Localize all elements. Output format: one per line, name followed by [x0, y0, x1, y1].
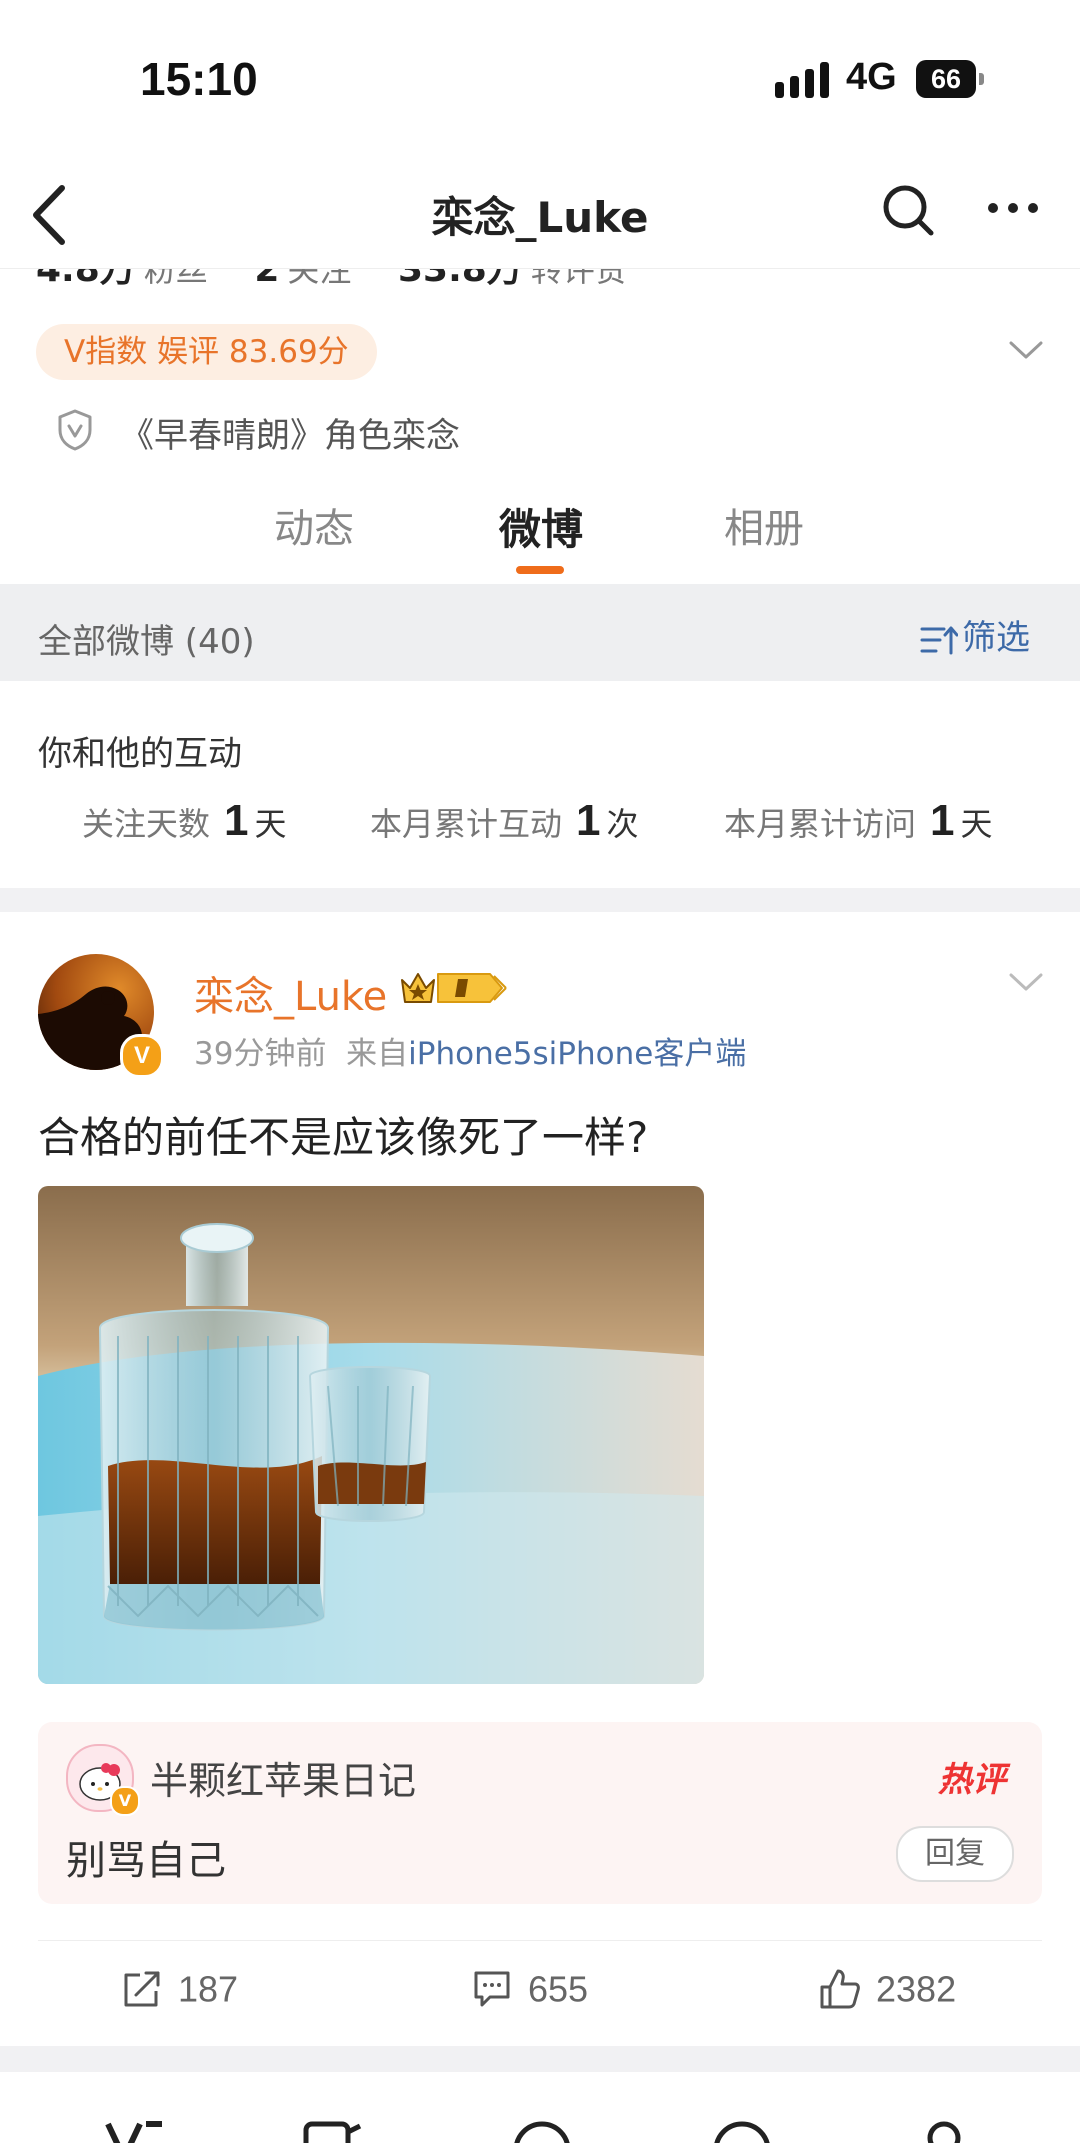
role-description: 《早春晴朗》角色栾念 — [120, 416, 460, 456]
hot-comment-tag: 热评 — [938, 1760, 1006, 1800]
profile-icon[interactable] — [912, 2118, 976, 2143]
post-time: 39分钟前 — [194, 1036, 327, 1072]
reply-button[interactable]: 回复 — [896, 1826, 1014, 1882]
comment-icon — [474, 1971, 510, 2007]
like-count: 2382 — [876, 1968, 957, 2010]
repost-icon — [124, 1971, 160, 2007]
metric-follow-days: 关注天数 1 天 — [82, 796, 287, 845]
battery-icon: 66 — [916, 60, 986, 100]
message-icon[interactable] — [300, 2118, 364, 2143]
all-posts-count[interactable]: 全部微博 (40) — [38, 614, 255, 663]
post-meta: 39分钟前 来自iPhone5siPhone客户端 — [194, 1028, 746, 1073]
network-type: 4G — [846, 56, 897, 98]
like-button[interactable]: 2382 — [818, 1966, 956, 2022]
follow-icon[interactable] — [102, 2118, 166, 2143]
filter-button[interactable]: 筛选 — [920, 610, 1030, 658]
post-source[interactable]: iPhone5siPhone客户端 — [408, 1036, 746, 1072]
post-text: 合格的前任不是应该像死了一样? — [38, 1113, 649, 1162]
repost-count: 187 — [178, 1968, 239, 2010]
member-crown-icon[interactable] — [398, 966, 508, 1010]
active-tab-indicator — [516, 566, 564, 574]
section-divider — [0, 888, 1080, 912]
comment-button[interactable]: 655 — [470, 1966, 588, 2022]
search-icon[interactable] — [880, 182, 936, 238]
shield-icon — [58, 409, 92, 451]
chevron-down-icon[interactable] — [1008, 338, 1044, 362]
v-index-badge[interactable]: V指数 娱评 83.69分 — [36, 324, 377, 380]
interaction-title: 你和他的互动 — [38, 734, 242, 774]
comment-count: 655 — [528, 1968, 589, 2010]
post-author-name[interactable]: 栾念_Luke — [194, 964, 387, 1022]
signal-icon — [775, 62, 829, 98]
chevron-down-icon[interactable] — [1008, 970, 1044, 994]
battery-level: 66 — [916, 60, 976, 98]
hot-comment-card[interactable]: V 半颗红苹果日记 热评 别骂自己 回复 — [38, 1722, 1042, 1904]
status-time: 15:10 — [140, 53, 258, 105]
post-source-prefix: 来自 — [346, 1036, 409, 1072]
tab-activity[interactable]: 动态 — [274, 496, 354, 554]
filter-icon — [920, 626, 958, 654]
thumbs-up-icon — [820, 1969, 860, 2009]
filter-label: 筛选 — [962, 618, 1030, 658]
tab-weibo[interactable]: 微博 — [499, 496, 583, 557]
action-divider — [38, 1940, 1042, 1941]
discover-icon[interactable] — [510, 2118, 574, 2143]
section-divider — [0, 2046, 1080, 2072]
more-options-icon[interactable] — [985, 198, 1041, 218]
verified-badge: V — [120, 1034, 164, 1078]
filter-bar: 全部微博 (40) 筛选 — [0, 584, 1080, 681]
bottom-nav — [0, 2096, 1080, 2143]
tab-album[interactable]: 相册 — [724, 496, 804, 554]
top-nav-bar: 栾念_Luke — [0, 160, 1080, 269]
repost-button[interactable]: 187 — [120, 1966, 238, 2022]
metric-monthly-visits: 本月累计访问 1 天 — [724, 796, 993, 845]
verified-badge: V — [110, 1786, 140, 1816]
post-image[interactable] — [38, 1186, 704, 1684]
comment-text: 别骂自己 — [66, 1838, 226, 1884]
metric-monthly-interactions: 本月累计互动 1 次 — [370, 796, 639, 845]
commenter-name[interactable]: 半颗红苹果日记 — [150, 1750, 416, 1805]
notifications-icon[interactable] — [710, 2118, 774, 2143]
